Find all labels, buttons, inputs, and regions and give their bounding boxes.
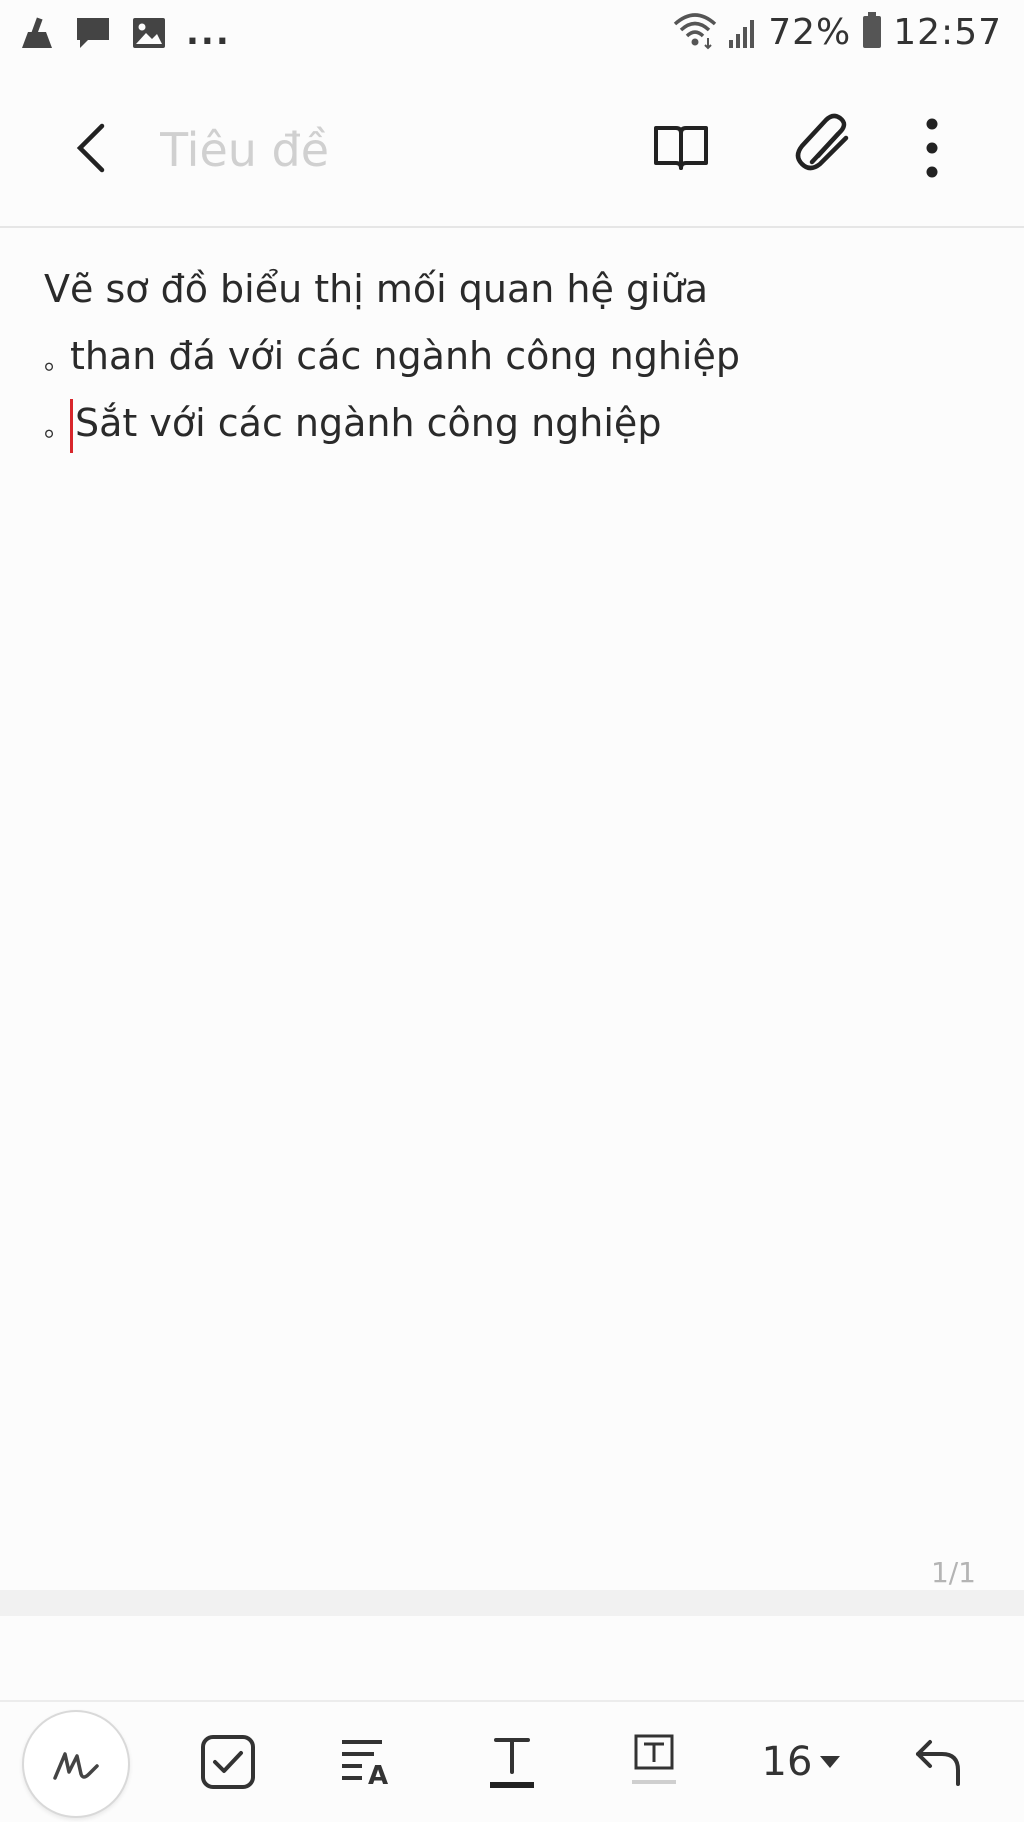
text-cursor bbox=[70, 398, 74, 453]
battery-percent: 72% bbox=[768, 11, 852, 53]
handwriting-icon bbox=[53, 1752, 99, 1780]
signal-icon bbox=[728, 10, 758, 54]
clock: 12:57 bbox=[893, 11, 1002, 53]
more-options-icon bbox=[926, 118, 938, 178]
note-line: Vẽ sơ đồ biểu thị mối quan hệ giữa bbox=[44, 258, 984, 325]
format-toolbar: A 16 bbox=[0, 1700, 1024, 1822]
more-notifications: ... bbox=[186, 13, 231, 53]
cleaner-icon bbox=[18, 14, 56, 56]
line-text: Vẽ sơ đồ biểu thị mối quan hệ giữa bbox=[44, 267, 709, 311]
handwriting-button[interactable] bbox=[22, 1710, 130, 1818]
checkbox-button[interactable] bbox=[178, 1712, 278, 1812]
title-input[interactable] bbox=[158, 118, 602, 182]
more-options-button[interactable] bbox=[912, 114, 952, 182]
note-content[interactable]: Vẽ sơ đồ biểu thị mối quan hệ giữa 。than… bbox=[44, 258, 984, 459]
checkbox-icon bbox=[201, 1735, 255, 1789]
chevron-down-icon bbox=[820, 1756, 841, 1768]
font-size-selector[interactable]: 16 bbox=[746, 1712, 856, 1812]
gallery-icon bbox=[130, 14, 168, 56]
attachment-icon bbox=[795, 113, 849, 171]
text-style-icon bbox=[490, 1738, 534, 1788]
system-icons: 72% 12:57 bbox=[672, 10, 1002, 54]
reading-mode-icon bbox=[654, 126, 708, 170]
note-line: 。 Sắt với các ngành công nghiệp bbox=[44, 392, 984, 459]
back-icon bbox=[76, 123, 105, 173]
reading-mode-button[interactable] bbox=[650, 116, 712, 178]
note-line: 。than đá với các ngành công nghiệp bbox=[44, 325, 984, 392]
line-bullet: 。 bbox=[44, 346, 71, 376]
text-format-button[interactable]: A bbox=[318, 1712, 418, 1812]
wifi-icon bbox=[672, 10, 718, 54]
battery-icon bbox=[861, 10, 883, 54]
page-divider bbox=[0, 1590, 1024, 1616]
undo-button[interactable] bbox=[890, 1712, 990, 1812]
message-icon bbox=[74, 14, 112, 56]
undo-icon bbox=[916, 1740, 960, 1786]
attachment-button[interactable] bbox=[790, 110, 862, 182]
line-text: Sắt với các ngành công nghiệp bbox=[75, 401, 662, 445]
status-bar: ... 72% 12:57 bbox=[0, 0, 1024, 74]
text-box-button[interactable] bbox=[604, 1712, 704, 1812]
notification-icons: ... bbox=[18, 14, 231, 56]
font-size-value: 16 bbox=[761, 1739, 813, 1785]
note-header bbox=[0, 74, 1024, 228]
back-button[interactable] bbox=[64, 118, 124, 178]
text-format-icon: A bbox=[342, 1740, 388, 1790]
svg-text:A: A bbox=[368, 1761, 388, 1790]
page-counter: 1/1 bbox=[930, 1556, 976, 1589]
text-style-button[interactable] bbox=[462, 1712, 562, 1812]
text-box-icon bbox=[632, 1734, 676, 1784]
line-bullet: 。 bbox=[44, 413, 71, 443]
line-text: than đá với các ngành công nghiệp bbox=[70, 334, 740, 378]
